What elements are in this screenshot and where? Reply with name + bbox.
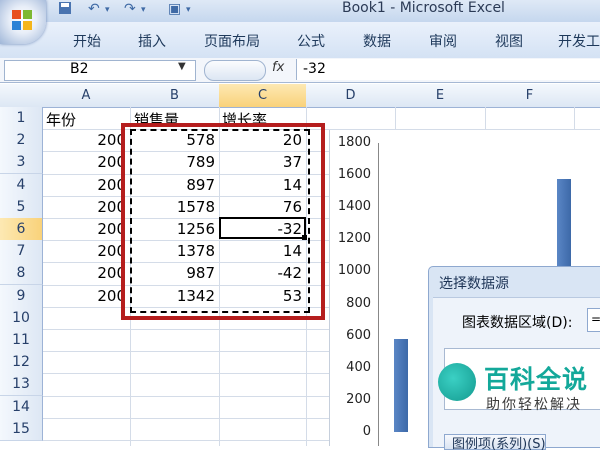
redo-dropdown-icon[interactable]: ▾ [141, 5, 146, 23]
row-header-2[interactable]: 2 [0, 129, 43, 152]
cell-a4[interactable]: 200 [42, 176, 126, 194]
select-all-corner[interactable] [0, 84, 43, 108]
y-tick-label: 400 [346, 360, 371, 375]
cell-a7[interactable]: 200 [42, 242, 126, 260]
watermark-title: 百科全说 [484, 365, 589, 394]
name-box-dropdown-icon[interactable]: ▼ [178, 61, 186, 72]
y-tick-label: 1200 [337, 231, 371, 246]
cell-a9[interactable]: 200 [42, 287, 126, 305]
column-header-d[interactable]: D [306, 84, 396, 108]
tab-home[interactable]: 开始 [73, 31, 101, 51]
cell-a3[interactable]: 200 [42, 153, 126, 171]
dialog-title: 选择数据源 [439, 276, 509, 292]
row-header-1[interactable]: 1 [0, 107, 43, 130]
cell-a6[interactable]: 200 [42, 220, 126, 238]
column-header-c[interactable]: C [219, 84, 307, 108]
tab-formulas[interactable]: 公式 [297, 31, 325, 51]
y-tick-label: 800 [346, 296, 371, 311]
customize-toolbar-icon[interactable]: ▾ [186, 5, 191, 23]
y-tick-label: 0 [362, 424, 371, 439]
window-title: Book1 - Microsoft Excel [342, 0, 505, 16]
name-box[interactable] [4, 60, 196, 81]
office-logo-icon [12, 10, 32, 30]
row-header-8[interactable]: 8 [0, 262, 43, 285]
y-tick-label: 1000 [337, 263, 371, 278]
office-button[interactable] [0, 0, 46, 44]
formula-input[interactable] [296, 59, 600, 80]
y-tick-label: 1800 [337, 135, 371, 150]
y-tick-label: 600 [346, 328, 371, 343]
y-tick-label: 1600 [337, 167, 371, 182]
row-header-5[interactable]: 5 [0, 196, 43, 219]
row-header-3[interactable]: 3 [0, 151, 43, 174]
name-box-value: B2 [70, 61, 89, 77]
print-preview-icon[interactable]: ▣ [168, 1, 181, 19]
formula-bar-splitter[interactable] [204, 60, 266, 81]
y-tick-label: 1400 [337, 199, 371, 214]
column-header-g[interactable] [574, 84, 600, 108]
row-header-11[interactable]: 11 [0, 329, 43, 352]
tab-view[interactable]: 视图 [495, 31, 523, 51]
cell-a1[interactable]: 年份 [46, 109, 76, 130]
legend-entries-label: 图例项(系列)(S) [452, 437, 546, 452]
tab-data[interactable]: 数据 [363, 31, 391, 51]
chart-bar[interactable] [394, 339, 408, 432]
insert-function-icon[interactable]: fx [272, 60, 284, 75]
row-header-14[interactable]: 14 [0, 396, 43, 419]
column-header-b[interactable]: B [130, 84, 220, 108]
row-header-4[interactable]: 4 [0, 174, 43, 197]
undo-icon[interactable]: ↶ [88, 1, 100, 19]
row-header-7[interactable]: 7 [0, 240, 43, 263]
watermark-subtitle: 助你轻松解决 [486, 397, 582, 413]
formula-value: -32 [303, 61, 326, 77]
watermark-logo-icon [438, 363, 476, 401]
chart-y-axis [378, 143, 379, 446]
cell-a2[interactable]: 200 [42, 131, 126, 149]
column-header-f[interactable]: F [485, 84, 575, 108]
redo-icon[interactable]: ↷ [124, 1, 136, 19]
save-icon[interactable] [58, 1, 72, 19]
row-header-12[interactable]: 12 [0, 351, 43, 374]
cell-a5[interactable]: 200 [42, 198, 126, 216]
tab-insert[interactable]: 插入 [138, 31, 166, 51]
chart-data-range-value: = [591, 312, 600, 326]
chart-data-range-label: 图表数据区域(D): [462, 315, 573, 331]
column-header-e[interactable]: E [395, 84, 486, 108]
row-header-13[interactable]: 13 [0, 373, 43, 396]
column-header-a[interactable]: A [42, 84, 131, 108]
tab-review[interactable]: 审阅 [429, 31, 457, 51]
cell-a8[interactable]: 200 [42, 264, 126, 282]
tab-page-layout[interactable]: 页面布局 [204, 31, 260, 51]
row-header-9[interactable]: 9 [0, 285, 43, 308]
highlight-box [121, 123, 325, 320]
row-header-10[interactable]: 10 [0, 307, 43, 330]
y-tick-label: 200 [346, 392, 371, 407]
undo-dropdown-icon[interactable]: ▾ [105, 5, 110, 23]
row-header-6[interactable]: 6 [0, 218, 43, 241]
tab-developer[interactable]: 开发工 [558, 31, 600, 51]
row-header-15[interactable]: 15 [0, 418, 43, 441]
